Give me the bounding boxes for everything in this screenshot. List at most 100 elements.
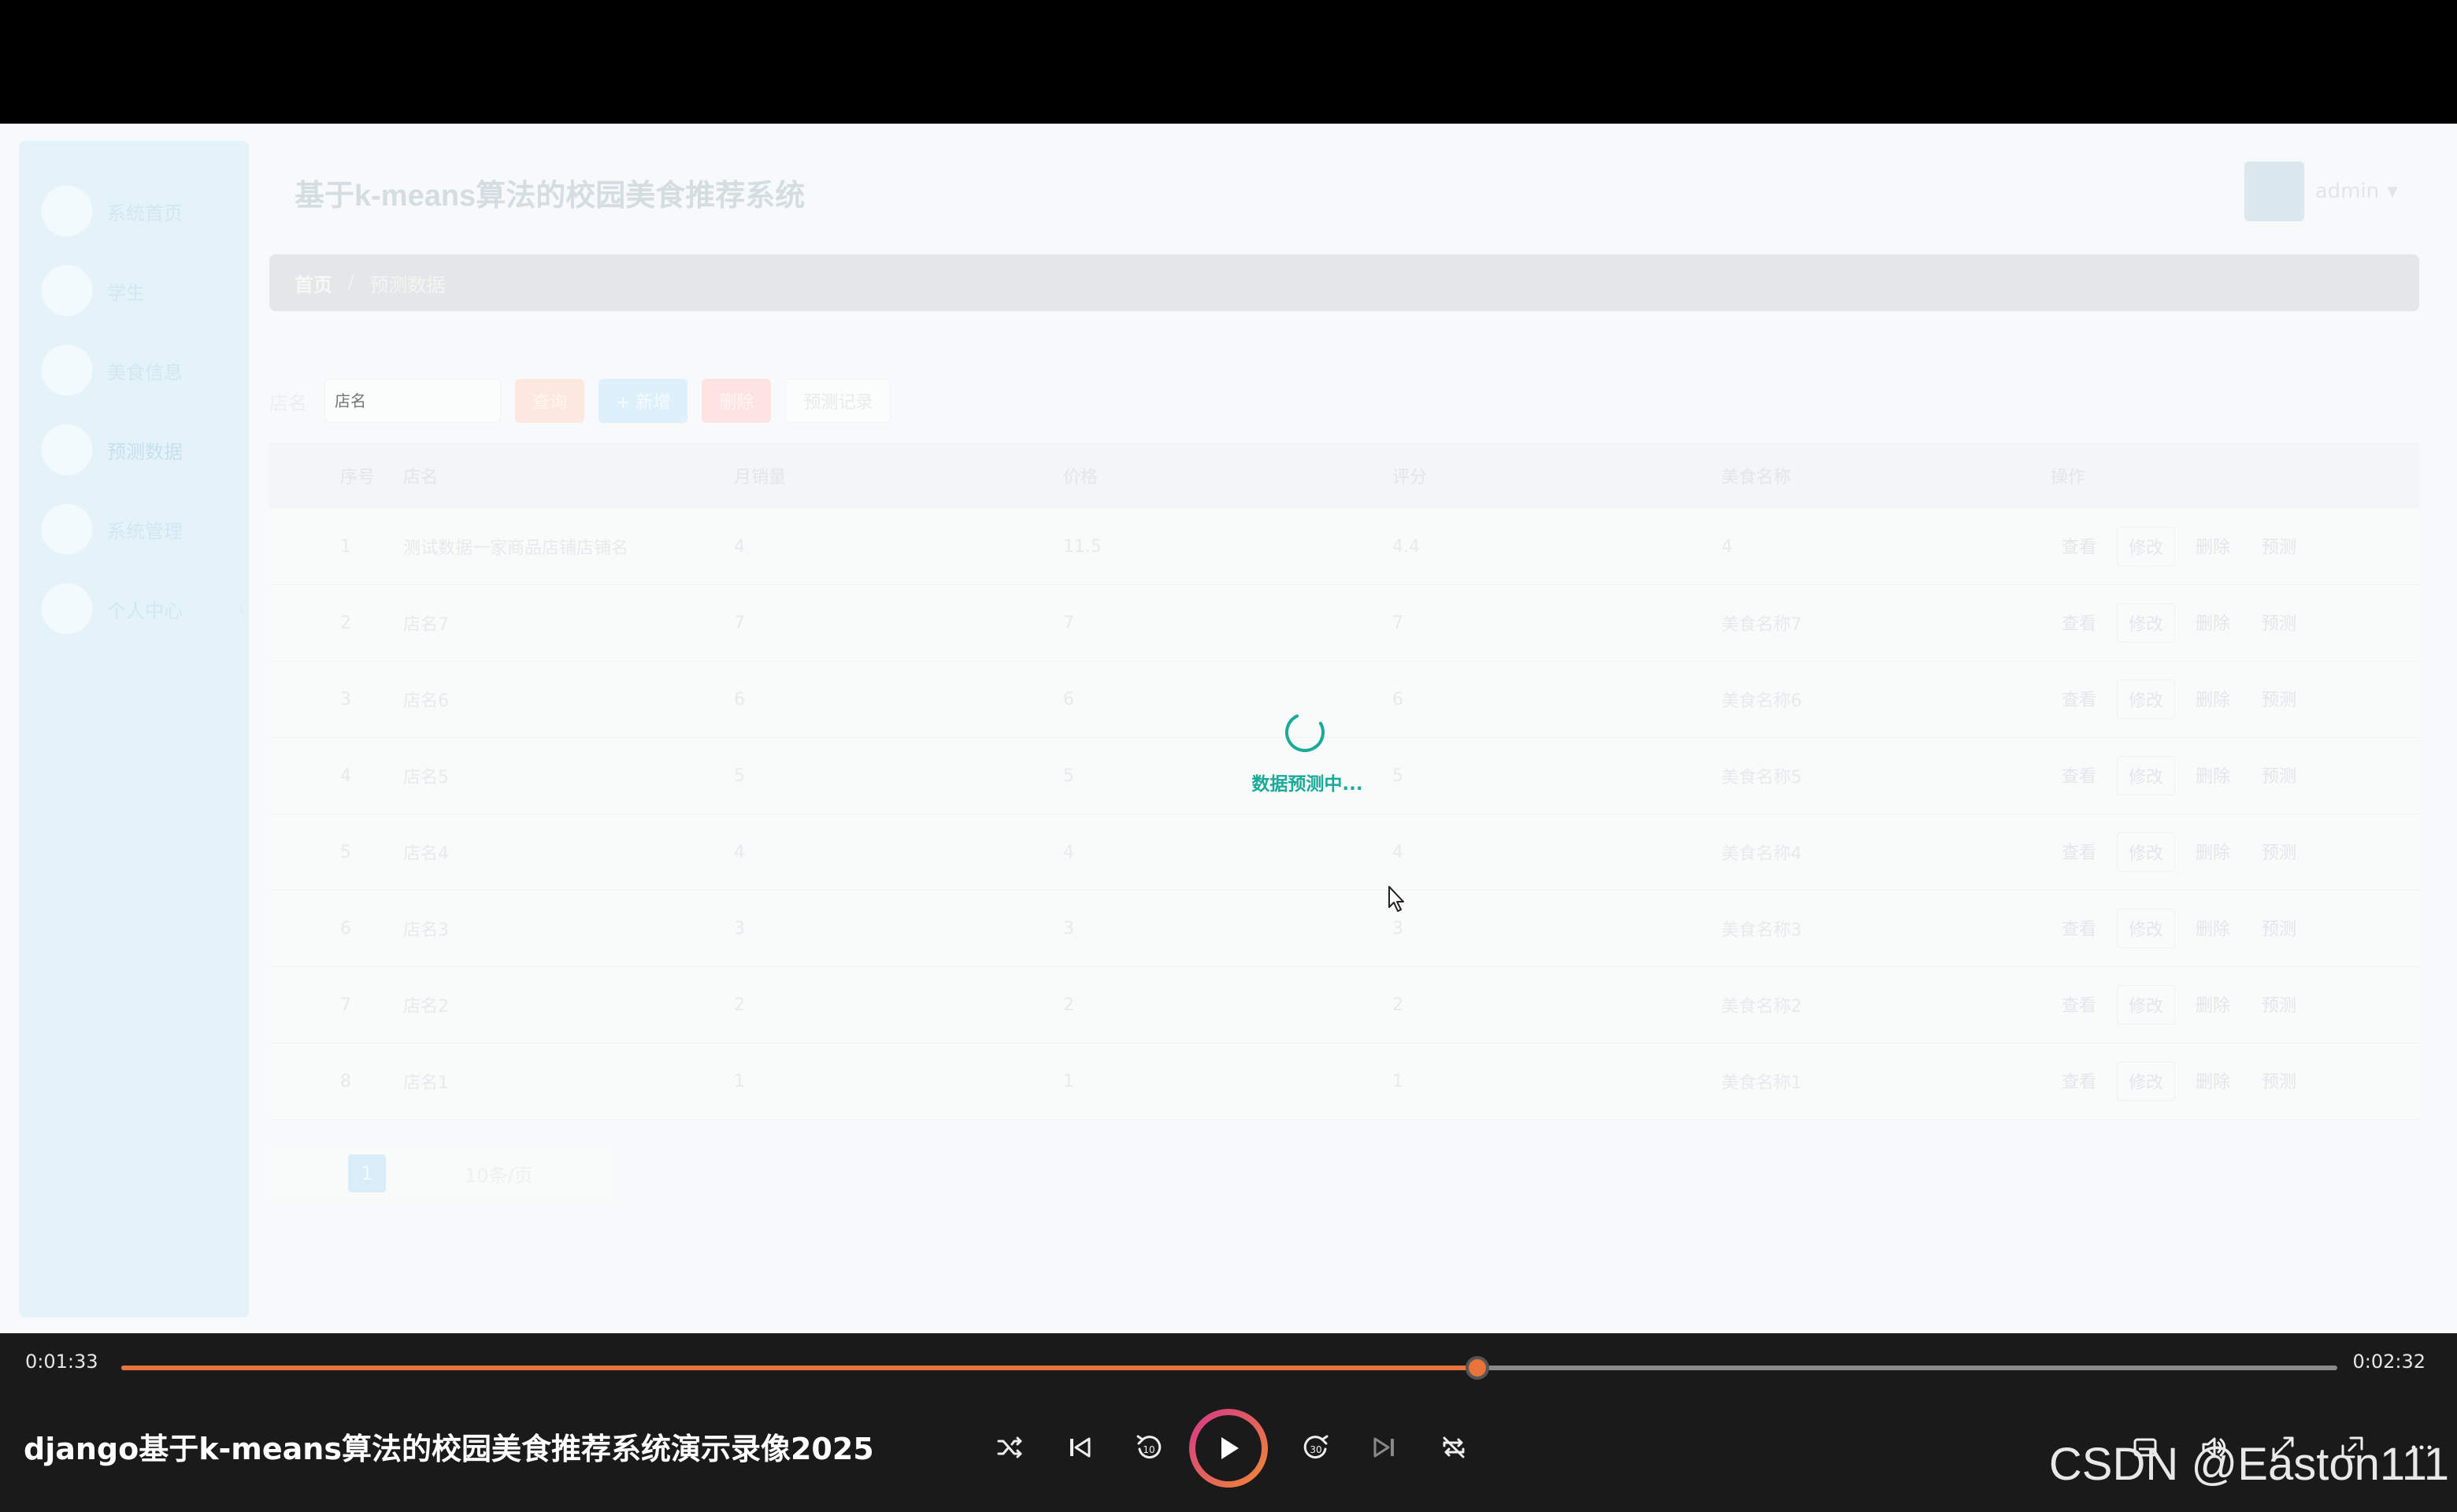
view-button[interactable]: 查看 bbox=[2051, 527, 2107, 566]
delete-row-button[interactable]: 删除 bbox=[2185, 909, 2241, 948]
edit-button[interactable]: 修改 bbox=[2117, 680, 2176, 719]
shop-name-cell: 测试数据一家商品店铺店铺名 bbox=[403, 539, 629, 558]
sidebar-item-label: 系统首页 bbox=[107, 202, 183, 224]
row-actions: 查看 修改 删除 预测 bbox=[2051, 603, 2419, 643]
predict-button[interactable]: 预测 bbox=[2251, 1062, 2307, 1101]
current-time: 0:01:33 bbox=[25, 1351, 98, 1373]
shuffle-button[interactable] bbox=[988, 1426, 1031, 1469]
delete-row-button[interactable]: 删除 bbox=[2185, 603, 2241, 643]
price-cell: 2 bbox=[1063, 995, 1074, 1015]
svg-text:10: 10 bbox=[1143, 1444, 1154, 1455]
query-button[interactable]: 查询 bbox=[515, 379, 585, 423]
edit-button[interactable]: 修改 bbox=[2117, 909, 2176, 948]
user-menu[interactable]: admin ▼ bbox=[2244, 161, 2398, 221]
shuffle-icon bbox=[997, 1436, 1022, 1458]
sidebar-item-system[interactable]: 系统管理 bbox=[41, 502, 183, 557]
price-cell: 6 bbox=[1063, 689, 1074, 710]
column-header: 月销量 bbox=[734, 468, 787, 487]
delete-row-button[interactable]: 删除 bbox=[2185, 985, 2241, 1025]
settings-icon bbox=[41, 503, 93, 555]
delete-button[interactable]: 删除 bbox=[702, 379, 772, 423]
loading-text: 数据预测中... bbox=[1251, 774, 1363, 795]
forward-30-button[interactable]: 30 bbox=[1295, 1426, 1337, 1469]
edit-button[interactable]: 修改 bbox=[2117, 832, 2176, 872]
sidebar: 系统首页 学生 美食信息 预测数据 系统管理 个人中心 › bbox=[19, 141, 249, 1317]
delete-row-button[interactable]: 删除 bbox=[2185, 527, 2241, 566]
shop-search-input[interactable] bbox=[324, 379, 501, 423]
total-time: 0:02:32 bbox=[2352, 1351, 2426, 1373]
row-actions: 查看 修改 删除 预测 bbox=[2051, 756, 2419, 795]
rewind-10-icon: 10 bbox=[1136, 1435, 1162, 1459]
edit-button[interactable]: 修改 bbox=[2117, 603, 2176, 643]
predict-record-button[interactable]: 预测记录 bbox=[785, 379, 891, 423]
predict-button[interactable]: 预测 bbox=[2251, 680, 2307, 719]
row-actions: 查看 修改 删除 预测 bbox=[2051, 909, 2419, 948]
view-button[interactable]: 查看 bbox=[2051, 756, 2107, 795]
video-letterbox-top bbox=[0, 0, 2457, 124]
rewind-10-button[interactable]: 10 bbox=[1128, 1426, 1170, 1469]
home-icon bbox=[41, 185, 93, 237]
page-size-select[interactable]: 10条/页 bbox=[465, 1160, 533, 1188]
forward-30-icon: 30 bbox=[1303, 1435, 1329, 1459]
loading-indicator: 数据预测中... bbox=[1228, 710, 1386, 805]
monthly-sales-cell: 7 bbox=[734, 613, 745, 633]
view-button[interactable]: 查看 bbox=[2051, 985, 2107, 1025]
delete-row-button[interactable]: 删除 bbox=[2185, 1062, 2241, 1101]
add-button[interactable]: + 新增 bbox=[598, 379, 688, 423]
next-button[interactable] bbox=[1363, 1426, 1406, 1469]
row-number: 2 bbox=[340, 613, 351, 633]
page-number-button[interactable]: 1 bbox=[348, 1154, 386, 1192]
column-header[interactable]: 评分 bbox=[1392, 463, 1721, 488]
monthly-sales-cell: 4 bbox=[734, 536, 745, 557]
spinner-icon bbox=[1285, 713, 1325, 752]
svg-text:30: 30 bbox=[1310, 1444, 1321, 1455]
row-number: 4 bbox=[340, 765, 351, 786]
food-icon bbox=[41, 344, 93, 396]
repeat-off-button[interactable] bbox=[1432, 1426, 1475, 1469]
food-name-cell: 美食名称7 bbox=[1721, 615, 1802, 635]
column-header: 美食名称 bbox=[1721, 468, 1792, 487]
user-name: admin bbox=[2314, 180, 2380, 203]
avatar bbox=[2244, 161, 2304, 221]
delete-row-button[interactable]: 删除 bbox=[2185, 832, 2241, 872]
shop-name-cell: 店名7 bbox=[403, 615, 449, 635]
sidebar-item-label: 预测数据 bbox=[107, 440, 183, 463]
predict-button[interactable]: 预测 bbox=[2251, 603, 2307, 643]
edit-button[interactable]: 修改 bbox=[2117, 756, 2176, 795]
play-button[interactable] bbox=[1189, 1409, 1268, 1488]
view-button[interactable]: 查看 bbox=[2051, 832, 2107, 872]
previous-button[interactable] bbox=[1058, 1426, 1101, 1469]
sidebar-item-profile[interactable]: 个人中心 › bbox=[41, 581, 244, 636]
food-name-cell: 美食名称3 bbox=[1721, 921, 1802, 940]
view-button[interactable]: 查看 bbox=[2051, 680, 2107, 719]
sidebar-item-student[interactable]: 学生 bbox=[41, 263, 145, 318]
view-button[interactable]: 查看 bbox=[2051, 909, 2107, 948]
predict-button[interactable]: 预测 bbox=[2251, 756, 2307, 795]
progress-bar[interactable] bbox=[121, 1356, 2337, 1380]
price-cell: 1 bbox=[1063, 1071, 1074, 1091]
table-row: 6 店名3 3 3 3 美食名称3 查看 修改 删除 预测 bbox=[269, 891, 2419, 967]
predict-button[interactable]: 预测 bbox=[2251, 985, 2307, 1025]
edit-button[interactable]: 修改 bbox=[2117, 527, 2176, 566]
sidebar-item-food-info[interactable]: 美食信息 bbox=[41, 343, 183, 398]
score-cell: 4.4 bbox=[1392, 536, 1420, 557]
view-button[interactable]: 查看 bbox=[2051, 1062, 2107, 1101]
sidebar-item-home[interactable]: 系统首页 bbox=[41, 183, 183, 239]
predict-button[interactable]: 预测 bbox=[2251, 832, 2307, 872]
edit-button[interactable]: 修改 bbox=[2117, 1062, 2176, 1101]
delete-row-button[interactable]: 删除 bbox=[2185, 756, 2241, 795]
predict-button[interactable]: 预测 bbox=[2251, 909, 2307, 948]
sidebar-item-prediction[interactable]: 预测数据 bbox=[41, 422, 183, 477]
score-cell: 6 bbox=[1392, 689, 1403, 710]
view-button[interactable]: 查看 bbox=[2051, 603, 2107, 643]
edit-button[interactable]: 修改 bbox=[2117, 985, 2176, 1025]
progress-thumb[interactable] bbox=[1466, 1356, 1490, 1380]
delete-row-button[interactable]: 删除 bbox=[2185, 680, 2241, 719]
monthly-sales-cell: 1 bbox=[734, 1071, 745, 1091]
breadcrumb-current: 预测数据 bbox=[369, 273, 446, 296]
breadcrumb-home[interactable]: 首页 bbox=[295, 269, 332, 297]
row-number: 6 bbox=[340, 918, 351, 939]
predict-button[interactable]: 预测 bbox=[2251, 527, 2307, 566]
column-header[interactable]: 价格 bbox=[1063, 463, 1392, 488]
column-header[interactable]: 店名 bbox=[403, 463, 734, 488]
